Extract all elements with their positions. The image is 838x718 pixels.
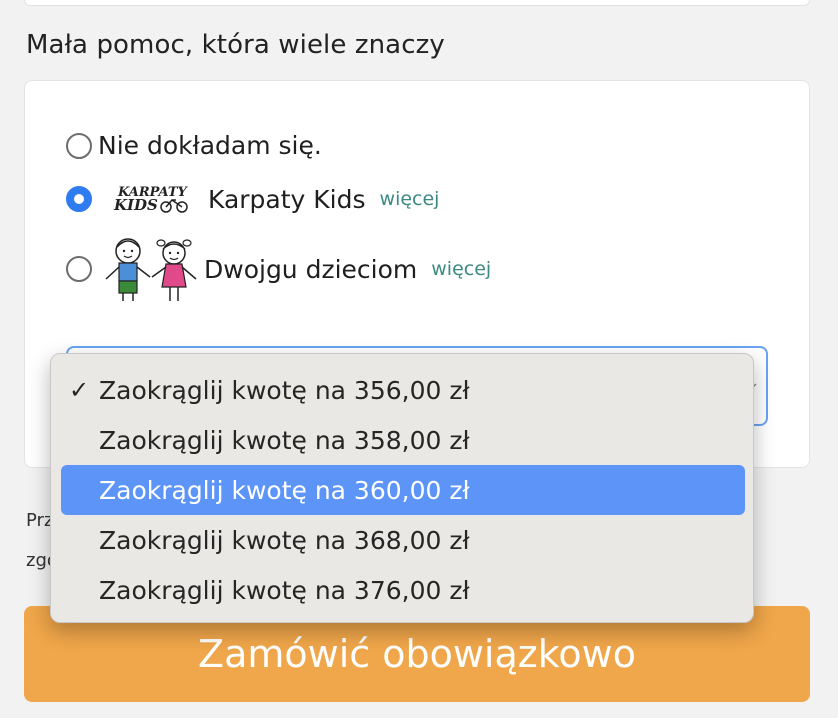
logo-text-kids: KIDS [113,196,158,214]
option-label-karpaty-kids: Karpaty Kids [208,184,366,214]
dropdown-option-label: Zaokrąglij kwotę na 360,00 zł [99,475,470,505]
dropdown-option[interactable]: ✓ Zaokrąglij kwotę na 356,00 zł [61,365,745,415]
option-label-two-children: Dwojgu dzieciom [204,254,418,284]
more-link-karpaty-kids[interactable]: więcej [380,188,440,210]
option-label-none: Nie dokładam się. [98,131,322,160]
dropdown-option[interactable]: Zaokrąglij kwotę na 368,00 zł [61,515,745,565]
dropdown-option-label: Zaokrąglij kwotę na 368,00 zł [99,525,470,555]
rounding-dropdown-menu: ✓ Zaokrąglij kwotę na 356,00 zł Zaokrągl… [50,353,754,623]
dropdown-option-label: Zaokrąglij kwotę na 358,00 zł [99,425,470,455]
radio-none[interactable] [66,132,92,159]
radio-two-children[interactable] [66,256,92,282]
dropdown-option[interactable]: Zaokrąglij kwotę na 358,00 zł [61,415,745,465]
dropdown-option-highlighted[interactable]: Zaokrąglij kwotę na 360,00 zł [61,465,745,515]
dropdown-option-label: Zaokrąglij kwotę na 376,00 zł [99,575,470,605]
previous-card-edge [24,0,810,6]
section-title: Mała pomoc, która wiele znaczy [26,30,445,60]
checkmark-icon: ✓ [69,376,90,404]
two-children-logo [100,231,200,307]
radio-karpaty-kids[interactable] [66,186,92,212]
dropdown-option-label: Zaokrąglij kwotę na 356,00 zł [99,375,470,405]
donation-option-karpaty-kids[interactable]: KARPATY KIDS Karpaty Kids więcej [66,172,439,226]
donation-option-none[interactable]: Nie dokładam się. [66,131,322,160]
dropdown-option[interactable]: Zaokrąglij kwotę na 376,00 zł [61,565,745,615]
donation-option-two-children[interactable]: Dwojgu dzieciom więcej [66,231,491,307]
more-link-two-children[interactable]: więcej [431,258,491,280]
karpaty-kids-logo: KARPATY KIDS [102,172,202,226]
